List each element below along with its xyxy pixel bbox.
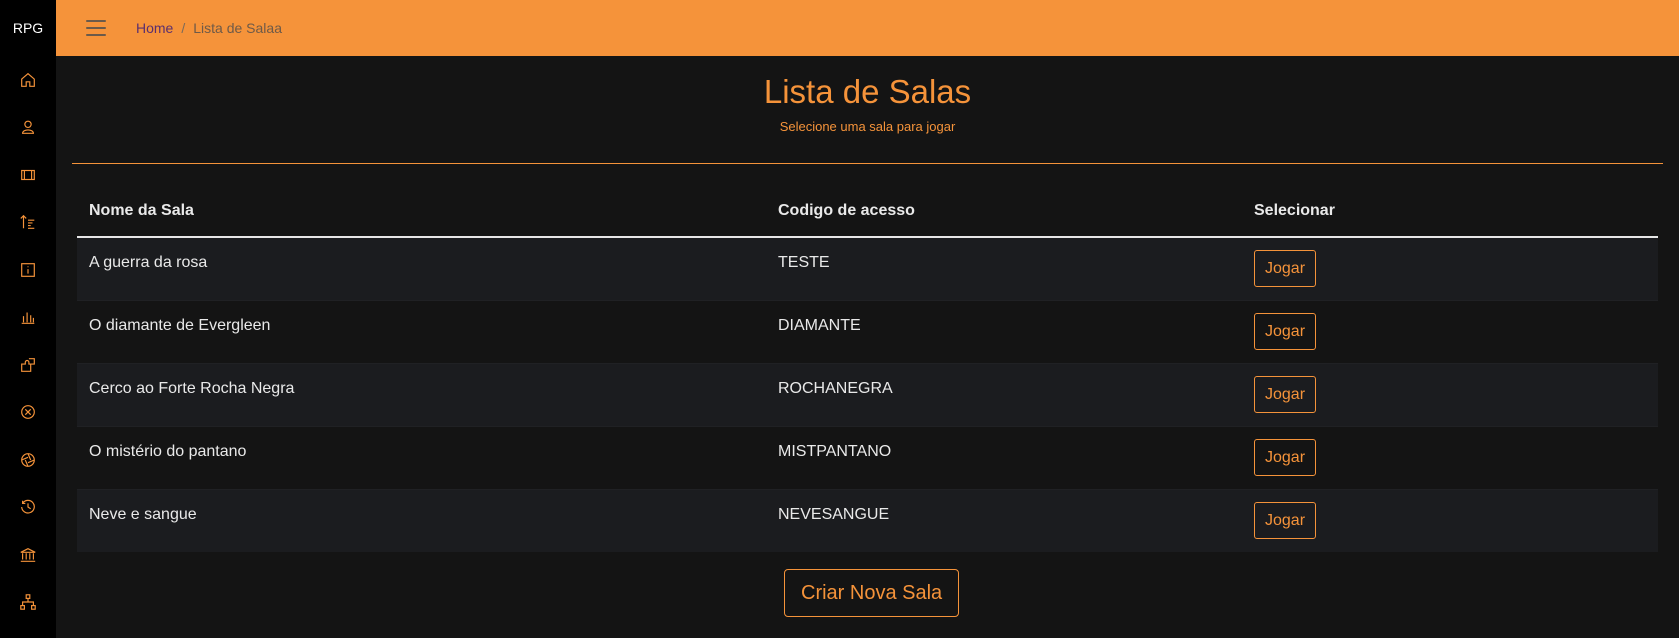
history-icon bbox=[21, 500, 35, 514]
user-icon bbox=[22, 120, 34, 135]
column-header-name: Nome da Sala bbox=[89, 202, 194, 219]
sidebar-item-extensions[interactable] bbox=[0, 341, 56, 389]
room-name: O mistério do pantano bbox=[89, 442, 247, 460]
sidebar-item-film[interactable] bbox=[0, 151, 56, 199]
sitemap-icon bbox=[20, 594, 36, 611]
home-icon bbox=[21, 72, 35, 87]
close-circle-icon bbox=[21, 405, 35, 420]
top-bar: Home / Lista de Salaa bbox=[56, 0, 1679, 56]
play-button[interactable]: Jogar bbox=[1254, 439, 1317, 476]
table-row: Cerco ao Forte Rocha Negra ROCHANEGRA Jo… bbox=[77, 363, 1658, 426]
sidebar-item-info[interactable] bbox=[0, 246, 56, 294]
play-button[interactable]: Jogar bbox=[1254, 250, 1317, 288]
brand-logo[interactable]: RPG bbox=[0, 0, 56, 56]
breadcrumb-separator: / bbox=[181, 20, 186, 36]
bank-icon bbox=[20, 547, 36, 562]
sidebar-nav bbox=[0, 56, 56, 626]
sidebar-item-home[interactable] bbox=[0, 56, 56, 104]
table-header-row: Nome da Sala Codigo de acesso Selecionar bbox=[77, 186, 1658, 237]
table-row: A guerra da rosa TESTE Jogar bbox=[77, 237, 1658, 300]
room-code: ROCHANEGRA bbox=[778, 379, 893, 397]
page-title: Lista de Salas bbox=[763, 73, 972, 110]
breadcrumb-current: Lista de Salaa bbox=[193, 20, 282, 36]
play-button[interactable]: Jogar bbox=[1254, 376, 1317, 413]
breadcrumb-home-link[interactable]: Home bbox=[136, 20, 173, 36]
sidebar-item-charts[interactable] bbox=[0, 294, 56, 342]
play-button[interactable]: Jogar bbox=[1254, 313, 1317, 350]
table-row: O mistério do pantano MISTPANTANO Jogar bbox=[77, 426, 1658, 489]
table-row: O diamante de Evergleen DIAMANTE Jogar bbox=[77, 300, 1658, 363]
sidebar: RPG bbox=[0, 0, 56, 638]
room-code: NEVESANGUE bbox=[778, 505, 890, 523]
menu-toggle-icon[interactable] bbox=[86, 20, 106, 36]
sidebar-item-user[interactable] bbox=[0, 104, 56, 152]
puzzle-icon bbox=[21, 357, 35, 372]
rooms-table: Nome da Sala Codigo de acesso Selecionar… bbox=[77, 186, 1658, 552]
bar-chart-icon bbox=[21, 312, 35, 325]
sidebar-item-sitemap[interactable] bbox=[0, 579, 56, 627]
room-name: A guerra da rosa bbox=[89, 253, 208, 271]
room-name: Cerco ao Forte Rocha Negra bbox=[89, 379, 295, 397]
sidebar-item-close[interactable] bbox=[0, 389, 56, 437]
sort-icon bbox=[20, 215, 35, 230]
room-code: DIAMANTE bbox=[778, 316, 861, 334]
sidebar-item-history[interactable] bbox=[0, 484, 56, 532]
page-subtitle: Selecione uma sala para jogar bbox=[779, 119, 956, 134]
sidebar-item-aperture[interactable] bbox=[0, 436, 56, 484]
sidebar-item-bank[interactable] bbox=[0, 531, 56, 579]
table-row: Neve e sangue NEVESANGUE Jogar bbox=[77, 489, 1658, 552]
info-icon bbox=[21, 262, 35, 277]
aperture-icon bbox=[21, 452, 35, 467]
main-content: Lista de Salas Selecione uma sala para j… bbox=[56, 56, 1679, 638]
sidebar-item-sort[interactable] bbox=[0, 199, 56, 247]
column-header-select: Selecionar bbox=[1254, 202, 1335, 219]
create-room-button[interactable]: Criar Nova Sala bbox=[784, 569, 960, 617]
play-button[interactable]: Jogar bbox=[1254, 502, 1317, 540]
column-header-code: Codigo de acesso bbox=[778, 202, 915, 219]
room-name: O diamante de Evergleen bbox=[89, 316, 271, 334]
breadcrumb: Home / Lista de Salaa bbox=[136, 20, 282, 36]
room-code: TESTE bbox=[778, 253, 830, 271]
rooms-table-container: Nome da Sala Codigo de acesso Selecionar… bbox=[77, 186, 1658, 552]
divider bbox=[72, 163, 1663, 164]
room-name: Neve e sangue bbox=[89, 505, 197, 523]
film-icon bbox=[21, 169, 35, 180]
room-code: MISTPANTANO bbox=[778, 442, 892, 460]
